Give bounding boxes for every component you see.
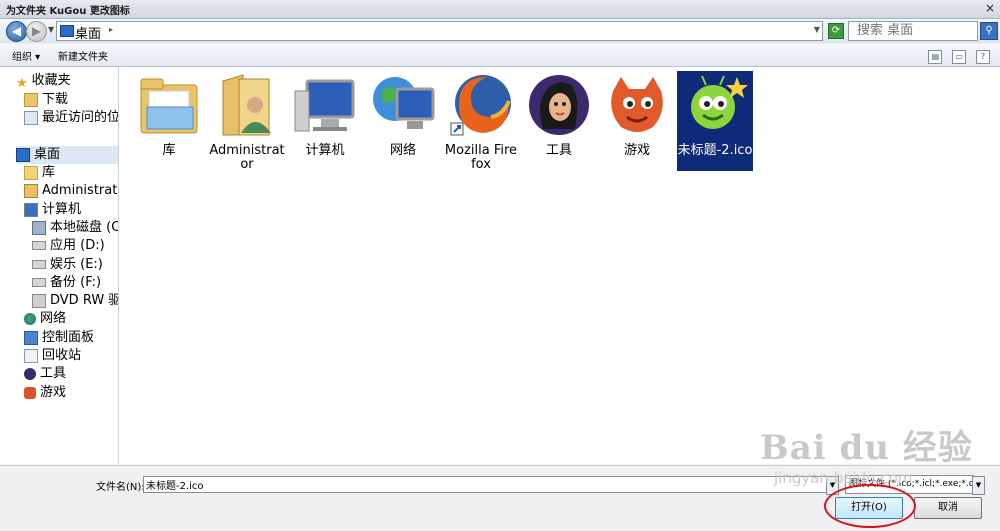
file-label: Mozilla Firefox	[444, 143, 518, 172]
firefox-icon	[450, 75, 511, 136]
view-mode-icon[interactable]: ▤	[928, 50, 943, 64]
file-item-games[interactable]: 游戏	[599, 71, 675, 171]
search-input[interactable]	[849, 22, 975, 38]
filename-label: 文件名(N):	[96, 482, 145, 493]
navigation-pane: ★收藏夹 下载 最近访问的位置 桌面 库 Administrator 计算机 本…	[0, 67, 119, 464]
file-label: 工具	[545, 143, 572, 158]
file-item-network[interactable]: 网络	[365, 71, 441, 171]
sidebar-item-desktop[interactable]: 桌面	[16, 146, 118, 164]
recycle-bin-icon	[24, 348, 38, 363]
address-bar[interactable]: 桌面 ▸ ▼	[56, 21, 823, 42]
sidebar-item-dvd[interactable]: DVD RW 驱动器	[32, 292, 118, 310]
local-disk-icon	[32, 220, 46, 235]
computer-icon	[294, 79, 355, 132]
tools-icon	[24, 367, 36, 380]
file-item-tools[interactable]: 工具	[521, 71, 597, 171]
games-icon	[611, 77, 663, 132]
user-folder-icon	[24, 183, 38, 198]
drive-icon	[32, 278, 46, 287]
desktop-icon	[60, 25, 74, 37]
file-label: 计算机	[305, 143, 345, 158]
library-icon	[24, 165, 38, 180]
organize-button[interactable]: 组织 ▾	[12, 48, 40, 63]
ico-file-icon	[681, 71, 749, 139]
file-item-computer[interactable]: 计算机	[287, 71, 363, 171]
history-dropdown-icon[interactable]: ▼	[48, 25, 54, 34]
chevron-down-icon[interactable]: ▼	[814, 25, 820, 34]
sidebar-item-computer[interactable]: 计算机	[24, 201, 81, 219]
sidebar-item-drive-c[interactable]: 本地磁盘 (C:)	[32, 219, 118, 237]
sidebar-item-drive-d[interactable]: 应用 (D:)	[32, 237, 105, 255]
desktop-icon	[16, 147, 30, 162]
computer-icon	[24, 202, 38, 217]
watermark-url: jingyan.baidu.com	[774, 469, 913, 487]
chevron-right-icon[interactable]: ▸	[109, 25, 113, 34]
sidebar-item-tools[interactable]: 工具	[24, 365, 66, 383]
sidebar-item-library[interactable]: 库	[24, 164, 55, 182]
view-controls: ▤ ▭ ?	[922, 48, 990, 64]
user-folder-icon	[222, 74, 271, 136]
title-bar: 为文件夹 KuGou 更改图标 ×	[0, 0, 1000, 19]
sidebar-item-administrator[interactable]: Administrator	[24, 182, 118, 200]
toolbar: 组织 ▾ 新建文件夹 ▤ ▭ ?	[0, 44, 1000, 67]
file-list: 库 Administrator 计算机 网络 Mozilla Firefox 工…	[119, 67, 1000, 464]
dvd-drive-icon	[32, 293, 46, 308]
games-icon	[24, 386, 36, 399]
file-item-library[interactable]: 库	[131, 71, 207, 171]
sidebar-item-control-panel[interactable]: 控制面板	[24, 329, 94, 347]
file-label: 库	[162, 143, 176, 158]
refresh-icon[interactable]: ⟳	[828, 23, 844, 39]
search-icon[interactable]: ⚲	[980, 22, 998, 40]
cancel-button[interactable]: 取消	[914, 497, 982, 519]
recent-places-icon	[24, 110, 38, 125]
file-label: 网络	[389, 143, 416, 158]
sidebar-item-drive-e[interactable]: 娱乐 (E:)	[32, 256, 103, 274]
sidebar-item-recent[interactable]: 最近访问的位置	[24, 109, 118, 127]
network-icon	[373, 77, 435, 129]
star-icon: ★	[16, 75, 28, 91]
sidebar-item-recycle-bin[interactable]: 回收站	[24, 347, 81, 365]
search-box[interactable]	[848, 21, 978, 41]
back-button[interactable]: ◀	[6, 21, 27, 42]
highlight-circle	[824, 484, 916, 528]
drive-icon	[32, 241, 46, 250]
watermark: Bai du 经验 jingyan.baidu.com	[760, 420, 973, 487]
file-label: 未标题-2.ico	[677, 143, 753, 158]
window-title: 为文件夹 KuGou 更改图标	[6, 6, 130, 17]
download-folder-icon	[24, 92, 38, 107]
file-item-administrator[interactable]: Administrator	[209, 71, 285, 172]
sidebar-item-favorites[interactable]: ★ 收藏夹	[16, 72, 71, 91]
file-label: 游戏	[623, 143, 650, 158]
library-folder-icon	[140, 78, 198, 134]
close-button[interactable]: ×	[983, 1, 997, 15]
drive-icon	[32, 260, 46, 269]
watermark-brand: Bai du 经验	[760, 428, 973, 468]
sidebar-item-network[interactable]: 网络	[24, 310, 66, 328]
sidebar-item-downloads[interactable]: 下载	[24, 91, 68, 109]
tools-icon	[529, 75, 589, 135]
file-item-ico[interactable]: 未标题-2.ico	[677, 71, 753, 171]
network-icon	[24, 312, 36, 325]
breadcrumb[interactable]: 桌面	[75, 23, 101, 42]
file-item-firefox[interactable]: Mozilla Firefox	[443, 71, 519, 172]
sidebar-item-drive-f[interactable]: 备份 (F:)	[32, 274, 101, 292]
address-row: ◀ ▶ ▼ 桌面 ▸ ▼ ⟳ ⚲	[0, 19, 1000, 43]
preview-pane-icon[interactable]: ▭	[952, 50, 967, 64]
sidebar-item-games[interactable]: 游戏	[24, 384, 66, 402]
help-icon[interactable]: ?	[976, 50, 990, 64]
chevron-down-icon[interactable]: ▼	[972, 476, 985, 495]
control-panel-icon	[24, 330, 38, 345]
new-folder-button[interactable]: 新建文件夹	[58, 48, 108, 63]
forward-button[interactable]: ▶	[26, 21, 47, 42]
filename-input[interactable]	[143, 476, 827, 493]
file-label: Administrator	[209, 143, 285, 172]
